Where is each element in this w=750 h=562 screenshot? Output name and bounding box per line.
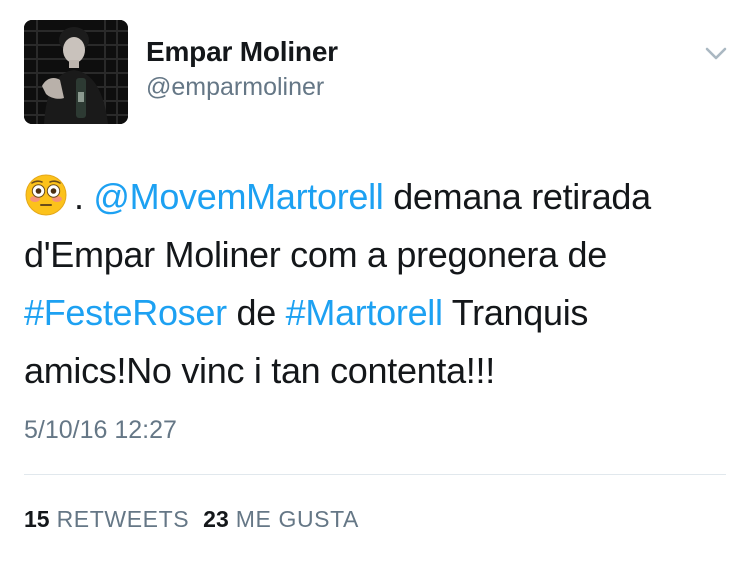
hashtag-link[interactable]: #Martorell <box>286 292 443 333</box>
tweet-text-segment: de <box>226 292 286 333</box>
timestamp[interactable]: 5/10/16 12:27 <box>24 416 177 445</box>
tweet-text: . @MovemMartorell demana retirada d'Empa… <box>24 168 734 400</box>
flushed-face-icon <box>24 173 68 217</box>
retweets-label: RETWEETS <box>56 506 190 532</box>
user-handle[interactable]: @emparmoliner <box>146 73 324 102</box>
retweets-count: 15 <box>24 506 50 532</box>
mention-link[interactable]: @MovemMartorell <box>93 176 383 217</box>
avatar-photo <box>24 20 128 124</box>
chevron-down-icon[interactable] <box>702 42 730 64</box>
hashtag-link[interactable]: #FesteRoser <box>24 292 227 333</box>
tweet-stats: 15 RETWEETS 23 ME GUSTA <box>24 506 359 533</box>
display-name[interactable]: Empar Moliner <box>146 36 338 68</box>
retweets-stat[interactable]: 15 RETWEETS <box>24 506 189 532</box>
likes-count: 23 <box>203 506 229 532</box>
tweet-text-segment: . <box>74 176 94 217</box>
likes-stat[interactable]: 23 ME GUSTA <box>203 506 359 532</box>
likes-label: ME GUSTA <box>235 506 359 532</box>
avatar[interactable] <box>24 20 128 124</box>
divider <box>24 474 726 475</box>
